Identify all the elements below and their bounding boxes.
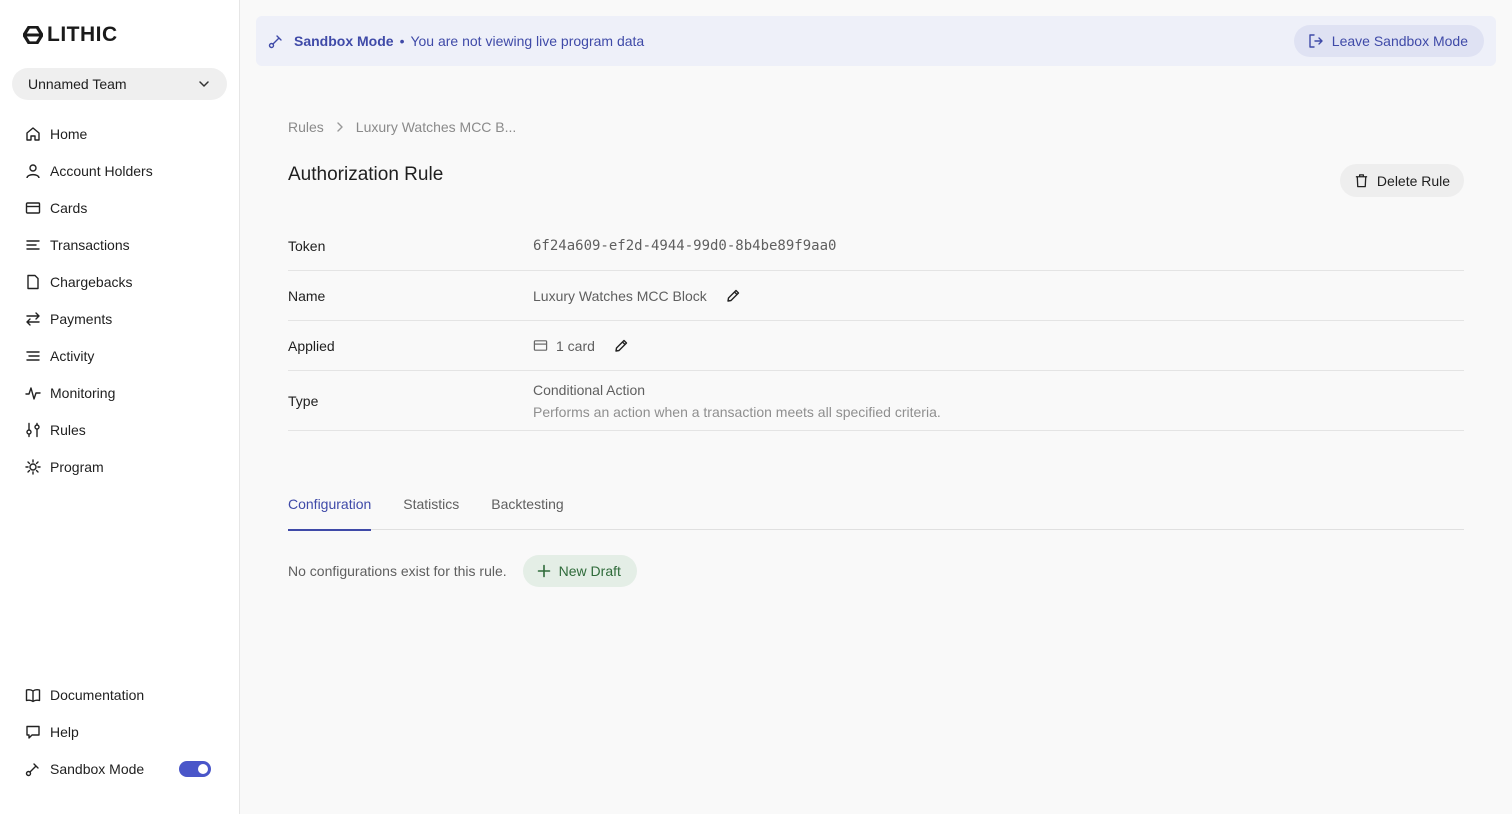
sandbox-banner: Sandbox Mode • You are not viewing live … xyxy=(256,16,1496,66)
token-value: 6f24a609-ef2d-4944-99d0-8b4be89f9aa0 xyxy=(533,237,837,254)
sidebar-item-account-holders[interactable]: Account Holders xyxy=(24,152,224,189)
leave-sandbox-label: Leave Sandbox Mode xyxy=(1331,33,1468,49)
rule-tabs: Configuration Statistics Backtesting xyxy=(288,487,1464,531)
banner-separator: • xyxy=(399,33,405,49)
activity-list-icon xyxy=(24,347,42,365)
detail-row-applied: Applied 1 card xyxy=(288,321,1464,371)
list-icon xyxy=(24,236,42,254)
sidebar-item-label: Sandbox Mode xyxy=(50,760,145,777)
transfer-icon xyxy=(24,310,42,328)
type-value: Conditional Action xyxy=(533,381,646,398)
delete-rule-label: Delete Rule xyxy=(1376,172,1451,189)
sidebar: LITHIC Unnamed Team Home Account Holders… xyxy=(0,0,240,814)
sandbox-icon xyxy=(268,33,284,49)
tab-statistics[interactable]: Statistics xyxy=(403,487,459,530)
name-value-group: Luxury Watches MCC Block xyxy=(533,287,743,305)
book-icon xyxy=(24,686,42,704)
leave-sandbox-button[interactable]: Leave Sandbox Mode xyxy=(1293,25,1484,57)
sidebar-item-label: Help xyxy=(50,723,79,740)
type-description: Performs an action when a transaction me… xyxy=(533,403,941,420)
home-icon xyxy=(24,125,42,143)
sidebar-item-cards[interactable]: Cards xyxy=(24,189,224,226)
sidebar-item-label: Account Holders xyxy=(50,162,153,179)
sidebar-item-label: Monitoring xyxy=(50,384,116,401)
pulse-icon xyxy=(24,384,42,402)
sidebar-item-monitoring[interactable]: Monitoring xyxy=(24,374,224,411)
sandbox-mode-toggle[interactable] xyxy=(179,760,211,777)
banner-message: You are not viewing live program data xyxy=(410,33,645,49)
sidebar-item-help[interactable]: Help xyxy=(24,713,224,750)
sidebar-item-transactions[interactable]: Transactions xyxy=(24,226,224,263)
gear-icon xyxy=(24,458,42,476)
sidebar-item-chargebacks[interactable]: Chargebacks xyxy=(24,263,224,300)
tab-configuration[interactable]: Configuration xyxy=(288,487,372,531)
sidebar-item-label: Home xyxy=(50,125,88,142)
card-icon xyxy=(24,199,42,217)
edit-name-icon[interactable] xyxy=(725,287,743,305)
tab-backtesting[interactable]: Backtesting xyxy=(491,487,563,530)
sidebar-item-label: Program xyxy=(50,458,104,475)
applied-value-group: 1 card xyxy=(533,337,631,355)
type-label: Type xyxy=(288,392,319,409)
sidebar-item-payments[interactable]: Payments xyxy=(24,300,224,337)
name-value: Luxury Watches MCC Block xyxy=(533,287,707,304)
exit-icon xyxy=(1309,34,1323,48)
sidebar-item-sandbox-mode: Sandbox Mode xyxy=(24,750,224,787)
detail-row-name: Name Luxury Watches MCC Block xyxy=(288,271,1464,321)
sidebar-item-label: Chargebacks xyxy=(50,273,133,290)
sidebar-item-label: Rules xyxy=(50,421,86,438)
sidebar-item-activity[interactable]: Activity xyxy=(24,337,224,374)
edit-applied-icon[interactable] xyxy=(613,337,631,355)
logo-text: LITHIC xyxy=(47,23,118,46)
breadcrumb-current: Luxury Watches MCC B... xyxy=(355,119,517,135)
team-selector[interactable]: Unnamed Team xyxy=(12,68,227,100)
card-icon xyxy=(533,338,548,353)
rule-details: Token 6f24a609-ef2d-4944-99d0-8b4be89f9a… xyxy=(288,221,1464,431)
trash-icon xyxy=(1355,174,1368,188)
team-selector-label: Unnamed Team xyxy=(28,76,127,92)
type-value-group: Conditional Action Performs an action wh… xyxy=(533,382,941,420)
sidebar-item-home[interactable]: Home xyxy=(24,115,224,152)
user-icon xyxy=(24,162,42,180)
sidebar-item-label: Activity xyxy=(50,347,95,364)
delete-rule-button[interactable]: Delete Rule xyxy=(1340,164,1464,197)
sidebar-nav: Home Account Holders Cards Transactions … xyxy=(24,115,224,485)
chat-icon xyxy=(24,723,42,741)
sidebar-item-program[interactable]: Program xyxy=(24,448,224,485)
sidebar-item-label: Cards xyxy=(50,199,88,216)
name-label: Name xyxy=(288,287,326,304)
new-draft-button[interactable]: New Draft xyxy=(522,555,637,587)
chevron-down-icon xyxy=(199,81,209,87)
sidebar-item-documentation[interactable]: Documentation xyxy=(24,676,224,713)
empty-state-message: No configurations exist for this rule. xyxy=(288,563,507,579)
sandbox-icon xyxy=(24,760,42,778)
page-title: Authorization Rule xyxy=(288,164,444,185)
token-label: Token xyxy=(288,237,326,254)
detail-row-token: Token 6f24a609-ef2d-4944-99d0-8b4be89f9a… xyxy=(288,221,1464,271)
plus-icon xyxy=(537,564,550,578)
configuration-empty-state: No configurations exist for this rule. N… xyxy=(288,555,637,587)
lithic-logo-mark-icon xyxy=(23,26,43,44)
applied-label: Applied xyxy=(288,337,335,354)
sidebar-item-label: Transactions xyxy=(50,236,130,253)
breadcrumb: Rules Luxury Watches MCC B... xyxy=(288,119,516,135)
detail-row-type: Type Conditional Action Performs an acti… xyxy=(288,371,1464,431)
sidebar-footer-nav: Documentation Help Sandbox Mode xyxy=(24,676,224,787)
document-icon xyxy=(24,273,42,291)
lithic-logo[interactable]: LITHIC xyxy=(23,23,118,46)
banner-title: Sandbox Mode xyxy=(294,33,394,49)
sidebar-item-label: Payments xyxy=(50,310,113,327)
new-draft-label: New Draft xyxy=(558,563,621,579)
applied-value: 1 card xyxy=(556,337,595,354)
chevron-right-icon xyxy=(337,122,343,132)
breadcrumb-rules-link[interactable]: Rules xyxy=(288,119,324,135)
sidebar-item-label: Documentation xyxy=(50,686,145,703)
sliders-icon xyxy=(24,421,42,439)
sidebar-item-rules[interactable]: Rules xyxy=(24,411,224,448)
